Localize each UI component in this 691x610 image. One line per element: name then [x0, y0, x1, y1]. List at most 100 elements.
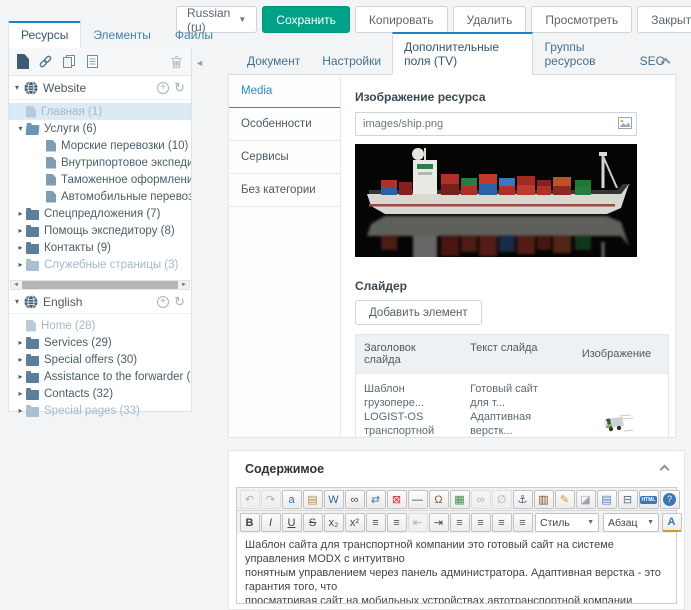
align-left-icon[interactable]: ≡: [450, 513, 470, 532]
document-tab[interactable]: Документ: [236, 48, 311, 74]
help-icon[interactable]: ?: [660, 490, 680, 509]
media-icon[interactable]: ▥: [534, 490, 554, 509]
image-broken-icon[interactable]: ⊠: [387, 490, 407, 509]
style-select[interactable]: Стиль▼: [535, 513, 599, 532]
template-icon[interactable]: ▤: [597, 490, 617, 509]
left-panel-tab[interactable]: Элементы: [81, 23, 163, 48]
special-char-icon[interactable]: Ω: [429, 490, 449, 509]
subscript-icon[interactable]: x₂: [324, 513, 344, 532]
bullet-list-icon[interactable]: ≡: [366, 513, 386, 532]
tree-item[interactable]: Home (28): [9, 317, 191, 334]
italic-icon[interactable]: I: [261, 513, 281, 532]
tree-item[interactable]: Морские перевозки (10): [9, 137, 191, 154]
action-button[interactable]: Закрыть: [637, 6, 691, 33]
indent-icon[interactable]: ⇥: [429, 513, 449, 532]
select-all-icon[interactable]: a: [282, 490, 302, 509]
action-button[interactable]: Удалить: [453, 6, 527, 33]
new-document-icon[interactable]: [17, 54, 29, 69]
scroll-right-icon[interactable]: ►: [179, 282, 189, 288]
paste-word-icon[interactable]: W: [324, 490, 344, 509]
eraser-icon[interactable]: ◪: [576, 490, 596, 509]
align-right-icon[interactable]: ≡: [492, 513, 512, 532]
tree-item[interactable]: ▸Assistance to the forwarder (31): [9, 368, 191, 385]
document-tab[interactable]: Настройки: [311, 48, 392, 74]
outdent-icon[interactable]: ⇤: [408, 513, 428, 532]
tree-expand-icon[interactable]: ▸: [15, 243, 26, 252]
tv-category-tab[interactable]: Особенности: [229, 108, 340, 141]
collapse-content-icon[interactable]: [660, 464, 670, 474]
weblink-icon[interactable]: [38, 54, 53, 69]
paste-icon[interactable]: ▤: [303, 490, 323, 509]
brush-icon[interactable]: ✎: [555, 490, 575, 509]
collapse-tabs-icon[interactable]: [661, 58, 671, 68]
tree-root-node[interactable]: ▾English+↻: [9, 290, 191, 314]
tv-category-tab[interactable]: Media: [229, 75, 340, 108]
collapse-left-panel-icon[interactable]: ◄: [195, 58, 204, 68]
numbered-list-icon[interactable]: ≡: [387, 513, 407, 532]
insert-image-icon[interactable]: ▦: [450, 490, 470, 509]
bold-icon[interactable]: B: [240, 513, 260, 532]
save-button[interactable]: Сохранить: [262, 6, 350, 33]
tree-expand-icon[interactable]: ▸: [15, 355, 26, 364]
undo-icon[interactable]: ↶: [240, 490, 260, 509]
link-icon[interactable]: ∞: [471, 490, 491, 509]
action-button[interactable]: Копировать: [355, 6, 448, 33]
html-icon[interactable]: HTML: [639, 490, 659, 509]
tree-expand-icon[interactable]: ▸: [15, 226, 26, 235]
tree-item[interactable]: ▸Services (29): [9, 334, 191, 351]
tree-item[interactable]: ▸Служебные страницы (3): [9, 256, 191, 273]
redo-icon[interactable]: ↷: [261, 490, 281, 509]
horizontal-rule-icon[interactable]: —: [408, 490, 428, 509]
tree-expand-icon[interactable]: ▸: [15, 389, 26, 398]
find-replace-icon[interactable]: ⇄: [366, 490, 386, 509]
refresh-icon[interactable]: ↻: [174, 294, 185, 310]
find-icon[interactable]: ∞: [345, 490, 365, 509]
tree-item[interactable]: ▸Спецпредложения (7): [9, 205, 191, 222]
underline-icon[interactable]: U: [282, 513, 302, 532]
tree-item[interactable]: Главная (1): [9, 103, 191, 120]
paragraph-format-select[interactable]: Абзац▼: [603, 513, 659, 532]
add-resource-icon[interactable]: +: [157, 82, 169, 94]
horizontal-scrollbar[interactable]: ◄►: [10, 280, 190, 290]
document-tab[interactable]: Дополнительные поля (TV): [392, 32, 533, 75]
trash-icon[interactable]: [170, 55, 183, 69]
scroll-left-icon[interactable]: ◄: [11, 282, 21, 288]
add-resource-icon[interactable]: +: [157, 296, 169, 308]
tree-item[interactable]: Таможенное оформление (12): [9, 171, 191, 188]
tree-item[interactable]: ▾Услуги (6): [9, 120, 191, 137]
strikethrough-icon[interactable]: S: [303, 513, 323, 532]
tree-root-node[interactable]: ▾Website+↻: [9, 76, 191, 100]
tv-category-tab[interactable]: Сервисы: [229, 141, 340, 174]
scrollbar-thumb[interactable]: [22, 281, 178, 289]
tree-expand-icon[interactable]: ▸: [15, 338, 26, 347]
duplicate-icon[interactable]: [62, 54, 77, 69]
browse-image-icon[interactable]: [618, 117, 632, 129]
superscript-icon[interactable]: x²: [345, 513, 365, 532]
tree-item[interactable]: Внутрипортовое экспедировани: [9, 154, 191, 171]
align-center-icon[interactable]: ≡: [471, 513, 491, 532]
add-slider-item-button[interactable]: Добавить элемент: [355, 300, 482, 325]
tree-expand-icon[interactable]: ▸: [15, 209, 26, 218]
tree-item[interactable]: ▸Special pages (33): [9, 402, 191, 419]
tree-item[interactable]: ▸Special offers (30): [9, 351, 191, 368]
static-resource-icon[interactable]: [86, 54, 99, 69]
image-path-input[interactable]: [355, 112, 637, 136]
tree-expand-icon[interactable]: ▸: [15, 406, 26, 415]
anchor-icon[interactable]: ⚓: [513, 490, 533, 509]
slider-table-row[interactable]: Шаблон грузопере...LOGIST-OSтранспортной…: [356, 373, 668, 437]
print-icon[interactable]: ⊟: [618, 490, 638, 509]
tree-item[interactable]: ▸Контакты (9): [9, 239, 191, 256]
tv-category-tab[interactable]: Без категории: [229, 174, 340, 207]
left-panel-tab[interactable]: Файлы: [163, 23, 225, 48]
action-button[interactable]: Просмотреть: [531, 6, 632, 33]
tree-expand-icon[interactable]: ▸: [15, 372, 26, 381]
tree-item[interactable]: ▸Contacts (32): [9, 385, 191, 402]
font-color-icon[interactable]: A: [662, 513, 682, 532]
tree-item[interactable]: ▸Помощь экспедитору (8): [9, 222, 191, 239]
left-panel-tab[interactable]: Ресурсы: [8, 21, 81, 48]
tree-expand-icon[interactable]: ▸: [15, 260, 26, 269]
tree-item[interactable]: Автомобильные перевозки (13): [9, 188, 191, 205]
tree-expand-icon[interactable]: ▾: [15, 124, 26, 133]
unlink-icon[interactable]: ∅: [492, 490, 512, 509]
align-justify-icon[interactable]: ≡: [513, 513, 533, 532]
